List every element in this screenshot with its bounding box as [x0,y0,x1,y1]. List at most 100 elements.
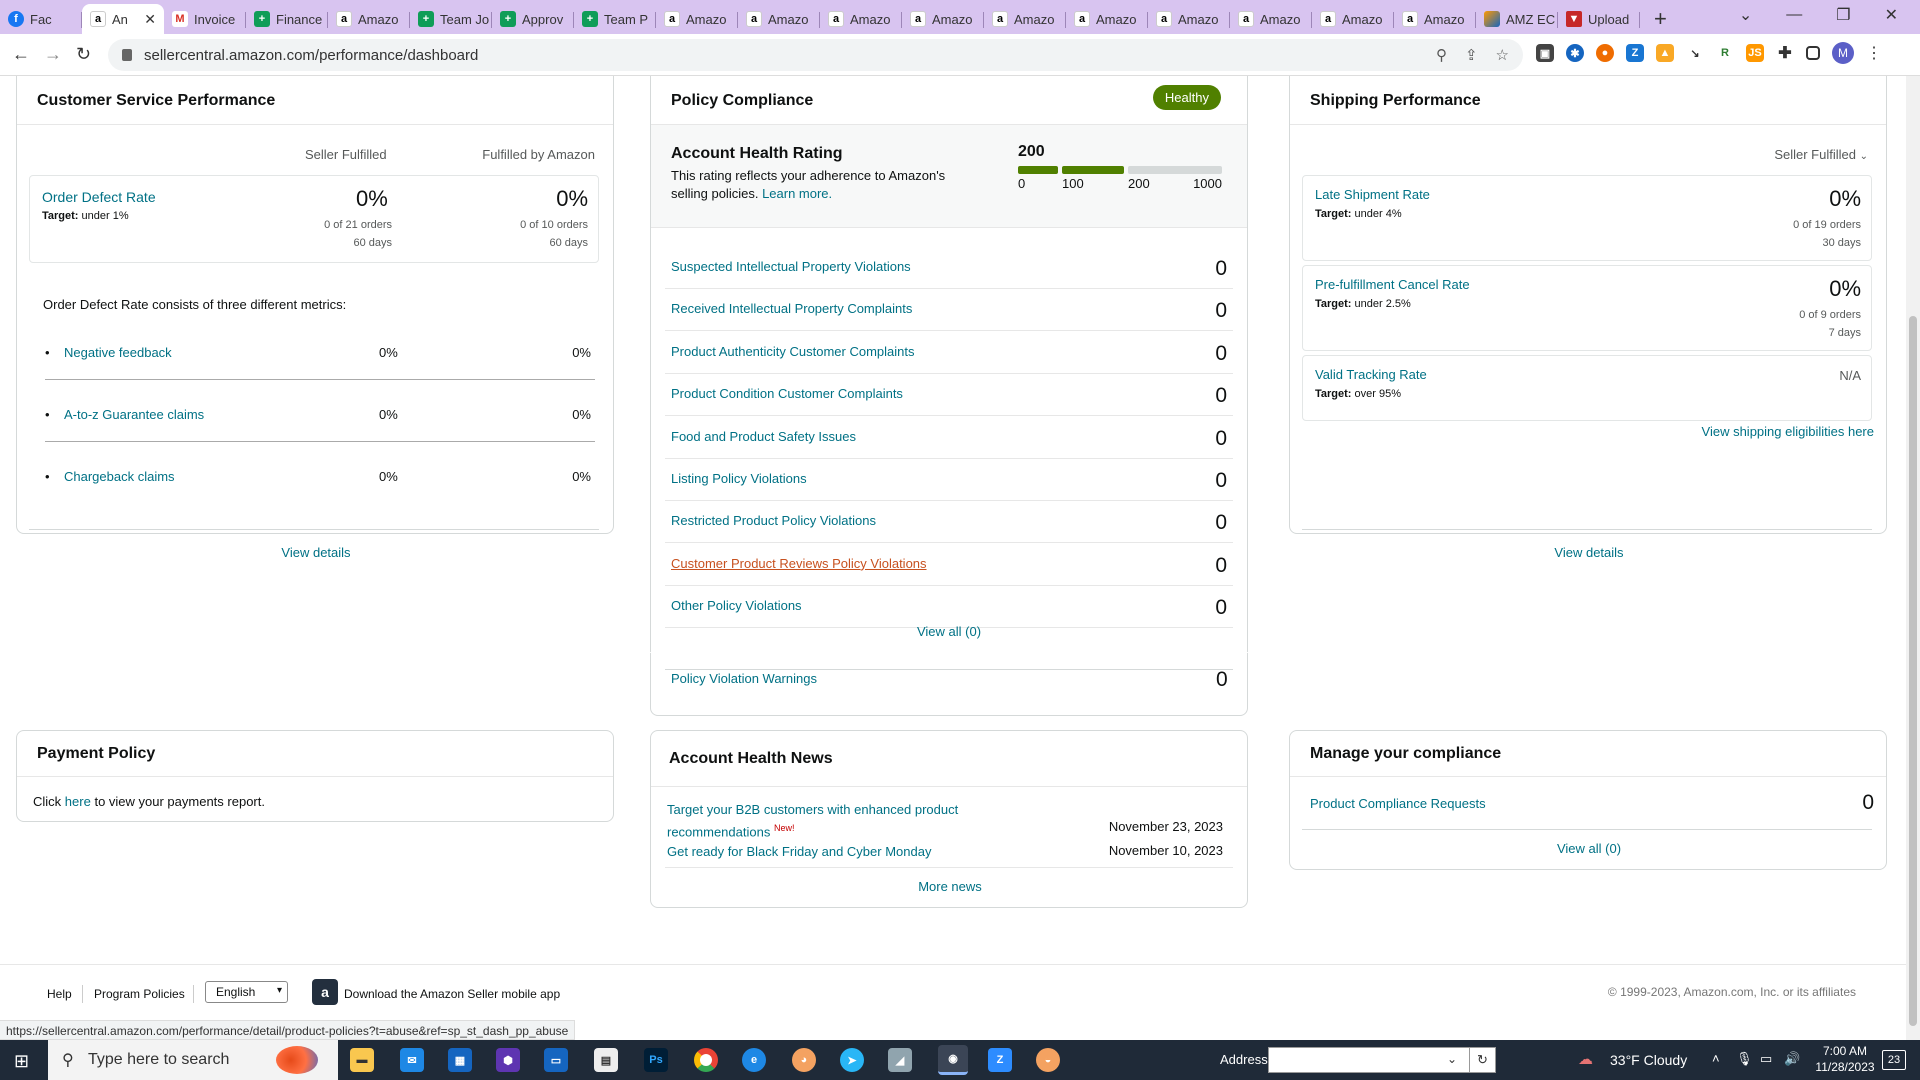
profile-avatar[interactable]: M [1832,42,1854,64]
scrollbar-thumb[interactable] [1909,316,1917,1026]
extension-off-icon[interactable]: ▣ [1536,44,1554,62]
browser-tab[interactable]: a Amazo [1230,4,1312,34]
news-item-link[interactable]: Get ready for Black Friday and Cyber Mon… [667,843,997,861]
notifications-icon[interactable]: 23 [1882,1050,1906,1070]
side-panel-icon[interactable] [1806,46,1820,60]
browser-tab[interactable]: AMZ EC [1476,4,1558,34]
chrome-icon[interactable] [694,1048,718,1072]
extension-js-icon[interactable]: JS [1746,44,1764,62]
new-tab-button[interactable]: + [1654,4,1667,34]
payment-here-link[interactable]: here [65,794,91,809]
browser-tab[interactable]: ▼ Upload [1558,4,1640,34]
url-field[interactable]: sellercentral.amazon.com/performance/das… [108,39,1523,71]
odr-metric-link[interactable]: Chargeback claims [64,469,175,484]
browser-tab[interactable]: a Amazo [328,4,410,34]
browser-tab[interactable]: a Amazo [1394,4,1476,34]
policy-row-link[interactable]: Customer Product Reviews Policy Violatio… [671,556,927,571]
policy-row-link[interactable]: Product Authenticity Customer Complaints [671,344,915,359]
browser-tab[interactable]: a Amazo [1148,4,1230,34]
tab-search-icon[interactable]: ⌄ [1739,5,1752,25]
compliance-view-all-link[interactable]: View all (0) [1290,841,1888,856]
telegram-icon[interactable]: ➤ [840,1048,864,1072]
page-scrollbar[interactable] [1906,76,1920,1040]
odr-metric-link[interactable]: Negative feedback [64,345,172,360]
language-select[interactable]: English ▾ [205,981,288,1003]
browser-tab[interactable]: a An ✕ [82,4,164,34]
extensions-puzzle-icon[interactable]: ✚ [1776,44,1794,62]
browser-tab[interactable]: + Approv [492,4,574,34]
mail-icon[interactable]: ✉ [400,1048,424,1072]
policy-row-link[interactable]: Restricted Product Policy Violations [671,513,876,528]
edge-icon[interactable]: e [742,1048,766,1072]
shipping-metric-link[interactable]: Late Shipment Rate [1315,187,1430,202]
policy-row-link[interactable]: Received Intellectual Property Complaint… [671,301,912,316]
shipping-filter-dropdown[interactable]: Seller Fulfilled ⌄ [1774,147,1868,162]
shipping-metric-link[interactable]: Valid Tracking Rate [1315,367,1427,382]
shipping-view-details-link[interactable]: View details [1290,545,1888,560]
browser-tab[interactable]: + Team P [574,4,656,34]
chrome-active-icon[interactable]: ◉ [938,1045,968,1075]
tray-chevron-icon[interactable]: ˄ [1712,1051,1720,1066]
extension-chart-icon[interactable]: ▲ [1656,44,1674,62]
policy-violation-warnings-link[interactable]: Policy Violation Warnings [671,671,817,686]
reload-icon[interactable]: ↻ [76,44,91,65]
download-app-link[interactable]: Download the Amazon Seller mobile app [344,987,560,1001]
close-tab-icon[interactable]: ✕ [144,11,156,28]
policy-row-link[interactable]: Suspected Intellectual Property Violatio… [671,259,911,274]
browser-tab[interactable]: a Amazo [656,4,738,34]
app-fox-icon[interactable]: ◕ [792,1048,816,1072]
browser-tab[interactable]: a Amazo [984,4,1066,34]
footer-help-link[interactable]: Help [47,987,72,1001]
share-icon[interactable]: ⇪ [1465,46,1478,64]
taskbar-search-box[interactable]: ⚲ Type here to search [48,1040,338,1080]
browser-tab[interactable]: + Finance [246,4,328,34]
browser-tab[interactable]: a Amazo [1066,4,1148,34]
app-chick-icon[interactable]: ◒ [1036,1048,1060,1072]
browser-tab[interactable]: a Amazo [1312,4,1394,34]
footer-program-policies-link[interactable]: Program Policies [94,987,185,1001]
extension-rs-icon[interactable]: R [1716,44,1734,62]
app-window-icon[interactable]: ▭ [544,1048,568,1072]
browser-tab[interactable]: + Team Jo [410,4,492,34]
policy-row-link[interactable]: Food and Product Safety Issues [671,429,856,444]
browser-tab[interactable]: a Amazo [902,4,984,34]
extension-blue-icon[interactable]: ✱ [1566,44,1584,62]
restore-icon[interactable]: ❐ [1836,5,1850,25]
clock[interactable]: 7:00 AM 11/28/2023 [1810,1043,1880,1075]
bookmark-star-icon[interactable]: ☆ [1496,46,1509,64]
close-window-icon[interactable]: ✕ [1885,5,1898,25]
browser-tab[interactable]: a Amazo [820,4,902,34]
news-item-link[interactable]: Target your B2B customers with enhanced … [667,801,997,841]
more-news-link[interactable]: More news [651,879,1249,894]
chevron-down-icon[interactable]: ⌄ [1447,1052,1457,1066]
browser-tab[interactable]: M Invoice [164,4,246,34]
browser-tab[interactable]: a Amazo [738,4,820,34]
learn-more-link[interactable]: Learn more. [762,186,832,201]
app-paper-icon[interactable]: ◢ [888,1048,912,1072]
policy-view-all-link[interactable]: View all (0) [650,624,1248,639]
menu-kebab-icon[interactable]: ⋮ [1866,43,1882,63]
browser-tab[interactable]: f Fac [0,4,82,34]
volume-icon[interactable]: 🔊 [1784,1051,1800,1067]
order-defect-rate-link[interactable]: Order Defect Rate [42,189,156,205]
network-icon[interactable]: ▭ [1760,1051,1772,1067]
product-compliance-requests-link[interactable]: Product Compliance Requests [1310,796,1486,811]
address-toolbar-input[interactable]: ⌄ ↻ [1268,1047,1496,1073]
shipping-eligibilities-link[interactable]: View shipping eligibilities here [1702,424,1874,439]
extension-arrow-icon[interactable]: ↘ [1686,44,1704,62]
microphone-icon[interactable]: 🎙 [1736,1051,1753,1067]
weather-text[interactable]: 33°F Cloudy [1610,1052,1687,1068]
policy-row-link[interactable]: Listing Policy Violations [671,471,807,486]
forward-icon[interactable]: → [44,44,62,65]
extension-orange-icon[interactable]: ● [1596,44,1614,62]
back-icon[interactable]: ← [12,44,30,65]
policy-row-link[interactable]: Other Policy Violations [671,598,802,613]
calculator-icon[interactable]: ▤ [594,1048,618,1072]
zoom-icon[interactable]: ⚲ [1436,46,1447,64]
zoom-app-icon[interactable]: Z [988,1048,1012,1072]
extension-amz-icon[interactable]: Z [1626,44,1644,62]
minimize-icon[interactable]: — [1786,6,1802,24]
csp-view-details-link[interactable]: View details [17,545,615,560]
windows-start-icon[interactable]: ⊞ [14,1051,29,1072]
photoshop-icon[interactable]: Ps [644,1048,668,1072]
